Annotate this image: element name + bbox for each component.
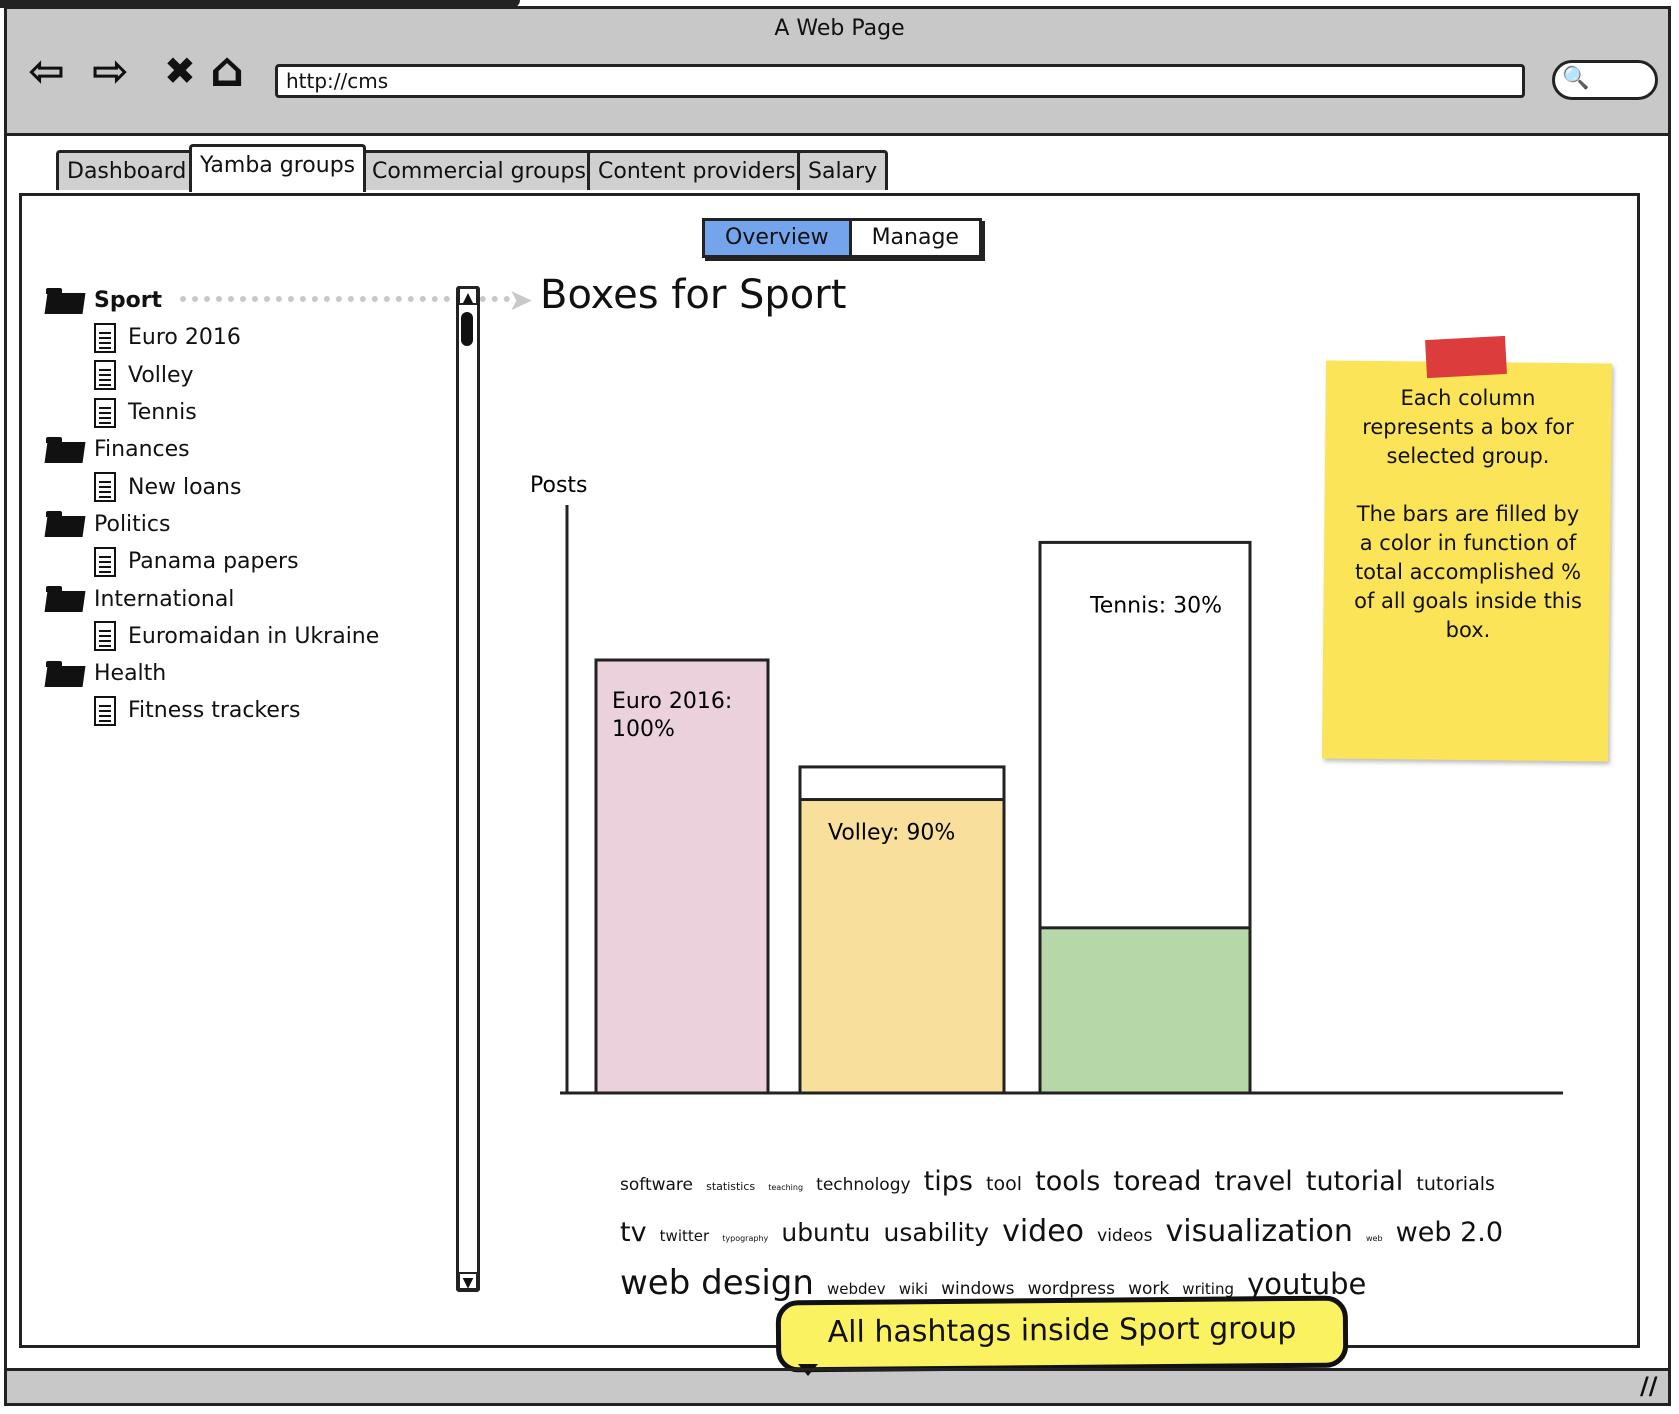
tree-folder[interactable]: Health	[46, 655, 466, 692]
hashtag[interactable]: webdev	[827, 1280, 886, 1298]
tree-label: Politics	[94, 511, 171, 537]
tree-label: Tennis	[128, 400, 197, 426]
page-title: Boxes for Sport	[540, 272, 847, 318]
document-icon	[94, 546, 116, 577]
arrow-right-icon: ➤	[508, 283, 534, 318]
folder-icon	[46, 436, 84, 463]
hashtag[interactable]: software	[620, 1175, 693, 1195]
tree-label: Sport	[94, 288, 163, 314]
scrollbar-thumb[interactable]	[461, 312, 473, 346]
hashtag[interactable]: windows	[941, 1279, 1014, 1299]
hashtag[interactable]: tutorials	[1416, 1173, 1494, 1195]
sticky-note-text: Each column represents a box for selecte…	[1354, 386, 1582, 642]
hashtag[interactable]: web design	[620, 1263, 814, 1303]
search-icon[interactable]: 🔍	[1562, 66, 1589, 91]
hashtag[interactable]: web 2.0	[1396, 1217, 1503, 1248]
hashtag[interactable]: tutorial	[1306, 1166, 1403, 1197]
folder-icon	[46, 287, 84, 314]
document-icon	[94, 322, 116, 353]
tag-cloud: software statistics teaching technology …	[620, 1160, 1520, 1311]
tree-label: Fitness trackers	[128, 698, 301, 724]
hashtag[interactable]: tool	[986, 1173, 1022, 1195]
hashtag[interactable]: tv	[620, 1217, 647, 1248]
hashtag[interactable]: teaching	[768, 1183, 803, 1192]
tab-commercial-groups[interactable]: Commercial groups	[361, 150, 597, 190]
back-icon[interactable]: ⇦	[28, 50, 65, 94]
folder-icon	[46, 511, 84, 537]
status-bar-divider	[7, 1368, 1668, 1371]
hashtag[interactable]: typography	[722, 1234, 768, 1243]
tree-folder[interactable]: International	[46, 580, 466, 617]
view-toggle: Overview Manage	[702, 218, 982, 258]
resize-grip-icon[interactable]: //	[1640, 1372, 1658, 1400]
folder-icon	[46, 586, 84, 612]
title-strip	[0, 0, 520, 8]
document-icon	[94, 621, 116, 652]
hashtag[interactable]: technology	[816, 1175, 910, 1195]
hashtag[interactable]: video	[1002, 1214, 1084, 1249]
tab-dashboard[interactable]: Dashboard	[56, 150, 198, 190]
folder-icon	[46, 660, 84, 687]
hashtag[interactable]: usability	[884, 1218, 990, 1247]
document-icon	[94, 695, 116, 726]
tab-yamba-groups[interactable]: Yamba groups	[189, 144, 367, 192]
hashtags-callout: All hashtags inside Sport group	[775, 1295, 1349, 1373]
overview-button[interactable]: Overview	[705, 221, 852, 255]
group-tree: Sport Euro 2016 Volley Tennis Finances New lo…	[46, 282, 466, 730]
hashtag[interactable]: videos	[1097, 1226, 1152, 1246]
tree-scrollbar[interactable]	[456, 286, 480, 1292]
tab-content-providers[interactable]: Content providers	[587, 150, 807, 190]
tree-item[interactable]: Euromaidan in Ukraine	[46, 618, 466, 655]
scroll-up-icon[interactable]: ▲	[458, 287, 478, 306]
tree-label: Health	[94, 661, 167, 687]
sticky-tape	[1425, 335, 1507, 379]
hashtag[interactable]: tools	[1035, 1166, 1100, 1197]
hashtag[interactable]: writing	[1182, 1280, 1234, 1298]
tree-item[interactable]: Tennis	[46, 394, 466, 431]
hashtag[interactable]: web	[1366, 1234, 1383, 1243]
tree-label: Volley	[128, 362, 194, 388]
home-icon[interactable]: ⌂	[210, 46, 244, 94]
tree-item[interactable]: Panama papers	[46, 543, 466, 580]
hashtag[interactable]: visualization	[1166, 1214, 1353, 1249]
hashtag[interactable]: travel	[1214, 1166, 1292, 1197]
document-icon	[94, 397, 116, 428]
tree-label: Euro 2016	[128, 325, 241, 351]
window-title: A Web Page	[774, 16, 905, 41]
document-icon	[94, 472, 116, 503]
tree-folder[interactable]: Finances	[46, 431, 466, 468]
tree-label: Panama papers	[128, 549, 299, 575]
tree-folder[interactable]: Politics	[46, 506, 466, 543]
forward-icon[interactable]: ⇨	[92, 50, 129, 94]
tab-salary[interactable]: Salary	[797, 150, 889, 190]
hashtag[interactable]: wiki	[899, 1280, 928, 1298]
hashtag[interactable]: ubuntu	[781, 1218, 870, 1247]
document-icon	[94, 360, 116, 391]
tree-item[interactable]: Euro 2016	[46, 319, 466, 356]
manage-button[interactable]: Manage	[852, 221, 979, 255]
tree-label: Finances	[94, 437, 190, 463]
stop-icon[interactable]: ✖	[164, 52, 196, 90]
hashtag[interactable]: wordpress	[1028, 1279, 1115, 1299]
url-input[interactable]: http://cms	[275, 64, 1525, 98]
tree-label: Euromaidan in Ukraine	[128, 623, 380, 649]
tree-label: International	[94, 586, 235, 612]
hashtag[interactable]: work	[1128, 1279, 1169, 1299]
tree-label: New loans	[128, 474, 242, 500]
y-axis-label: Posts	[530, 473, 588, 498]
tree-item[interactable]: Fitness trackers	[46, 692, 466, 729]
bar-label: Tennis: 30%	[1089, 593, 1222, 618]
bar-label: Volley: 90%	[828, 821, 955, 846]
tree-item[interactable]: Volley	[46, 357, 466, 394]
tree-item[interactable]: New loans	[46, 468, 466, 505]
hashtag[interactable]: tips	[924, 1166, 973, 1197]
hashtag[interactable]: toread	[1113, 1166, 1201, 1197]
bar-fill	[1038, 926, 1252, 1095]
scroll-down-icon[interactable]: ▼	[458, 1272, 478, 1291]
hashtag[interactable]: statistics	[706, 1180, 755, 1193]
hashtag[interactable]: twitter	[660, 1227, 709, 1245]
